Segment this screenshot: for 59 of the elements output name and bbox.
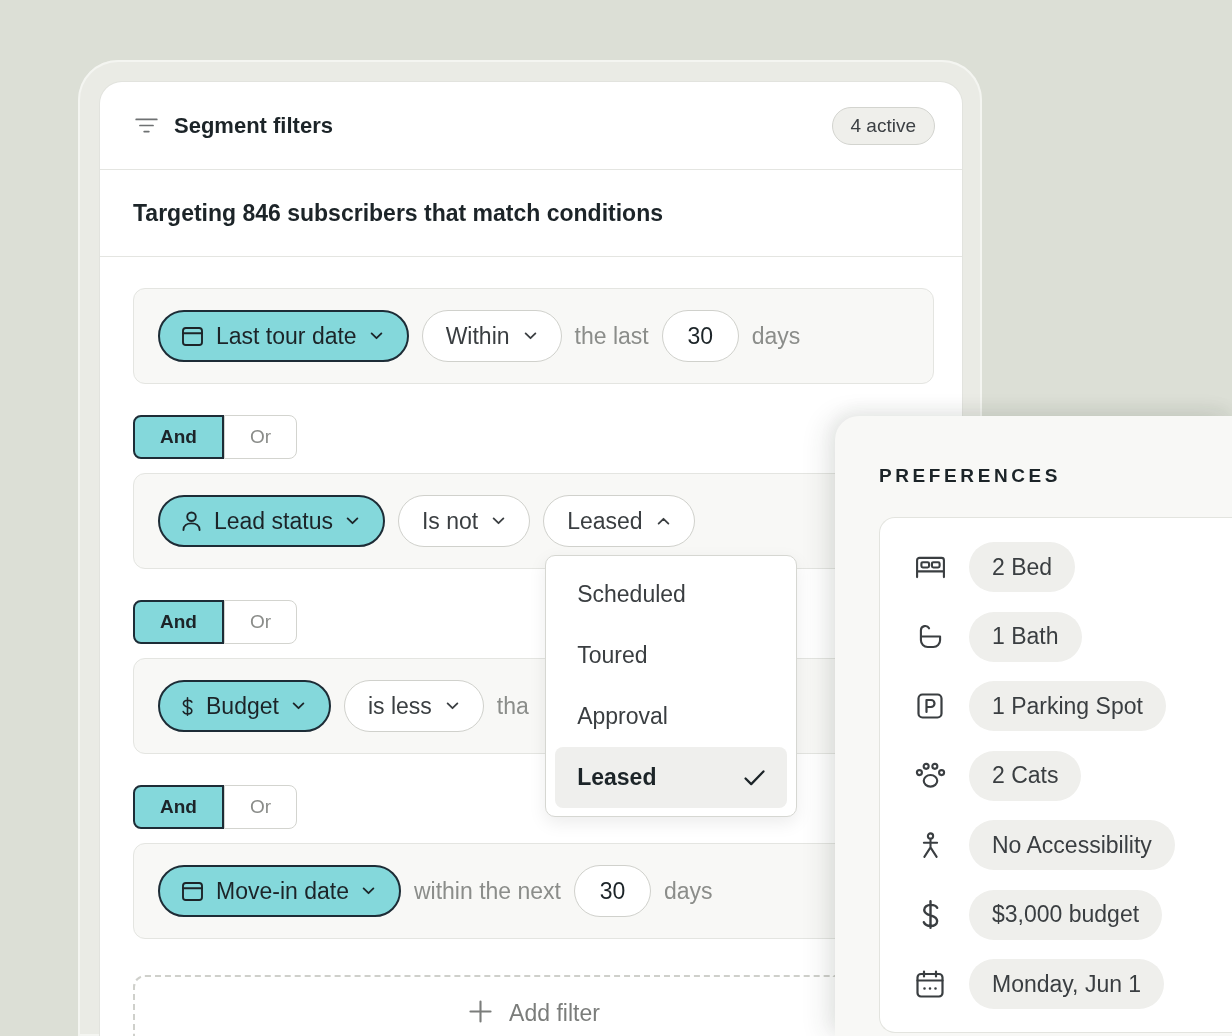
number-input[interactable]: 30 xyxy=(574,865,651,917)
panel-title: Segment filters xyxy=(174,112,333,139)
calendar-icon xyxy=(182,881,203,901)
preference-chip: 1 Bath xyxy=(969,611,1082,662)
logic-option[interactable]: Or xyxy=(224,600,297,644)
option-select[interactable]: Leased xyxy=(543,495,695,547)
condition-text: the last xyxy=(574,322,649,350)
number-input[interactable]: 30 xyxy=(661,310,739,362)
field-select[interactable]: Move-in date xyxy=(158,865,401,917)
preference-chip: No Accessibility xyxy=(969,820,1175,870)
logic-option[interactable]: And xyxy=(133,785,224,829)
preference-chip: 2 Bed xyxy=(969,542,1076,592)
option-select[interactable]: Is not xyxy=(397,495,531,547)
bed-icon xyxy=(914,555,946,579)
preference-chip: Monday, Jun 1 xyxy=(969,959,1165,1009)
chevron-down-icon xyxy=(291,702,305,710)
bathtub-icon xyxy=(918,624,942,649)
chevron-down-icon xyxy=(345,517,359,525)
logic-option[interactable]: Or xyxy=(224,415,297,459)
dollar-icon xyxy=(182,696,193,716)
parking-icon xyxy=(917,693,943,719)
condition-text: within the next xyxy=(413,877,561,905)
filter-icon xyxy=(135,118,158,133)
plus-icon xyxy=(469,1000,493,1023)
field-select[interactable]: Budget xyxy=(158,680,331,732)
count-badge: 4 active xyxy=(831,106,935,145)
chevron-down-icon xyxy=(369,332,383,340)
logic-option[interactable]: And xyxy=(133,415,224,459)
stick-figure-icon xyxy=(921,831,939,859)
check-icon xyxy=(744,769,766,786)
chevron-down-icon xyxy=(361,887,375,895)
calendar-icon xyxy=(916,970,944,998)
chevron-down-icon xyxy=(445,702,459,710)
paw-icon xyxy=(914,762,946,789)
preference-chip: $3,000 budget xyxy=(969,889,1163,940)
condition-text: days xyxy=(751,322,801,350)
summary-text: Targeting 846 subscribers that match conditions xyxy=(133,199,663,227)
chevron-up-icon xyxy=(656,517,670,525)
option-select[interactable]: is less xyxy=(343,680,484,732)
chevron-down-icon xyxy=(523,332,537,340)
menu-option[interactable]: Toured xyxy=(555,625,788,686)
menu-option[interactable]: Scheduled xyxy=(555,564,788,625)
menu-option[interactable]: Approval xyxy=(555,686,788,747)
field-select[interactable]: Last tour date xyxy=(158,310,409,362)
condition-text: days xyxy=(664,877,713,905)
chevron-down-icon xyxy=(492,517,506,525)
dollar-icon xyxy=(921,900,939,929)
person-icon xyxy=(182,511,201,531)
menu-option[interactable]: Leased xyxy=(555,747,788,808)
preference-chip: 1 Parking Spot xyxy=(969,681,1166,731)
condition-text: tha xyxy=(496,692,529,720)
section-heading: PREFERENCES xyxy=(879,465,1062,487)
option-select[interactable]: Within xyxy=(421,310,562,362)
calendar-icon xyxy=(182,326,203,346)
field-select[interactable]: Lead status xyxy=(158,495,385,547)
add-filter-button[interactable]: Add filter xyxy=(133,975,835,1036)
logic-option[interactable]: Or xyxy=(224,785,297,829)
logic-option[interactable]: And xyxy=(133,600,224,644)
preference-chip: 2 Cats xyxy=(969,750,1082,801)
